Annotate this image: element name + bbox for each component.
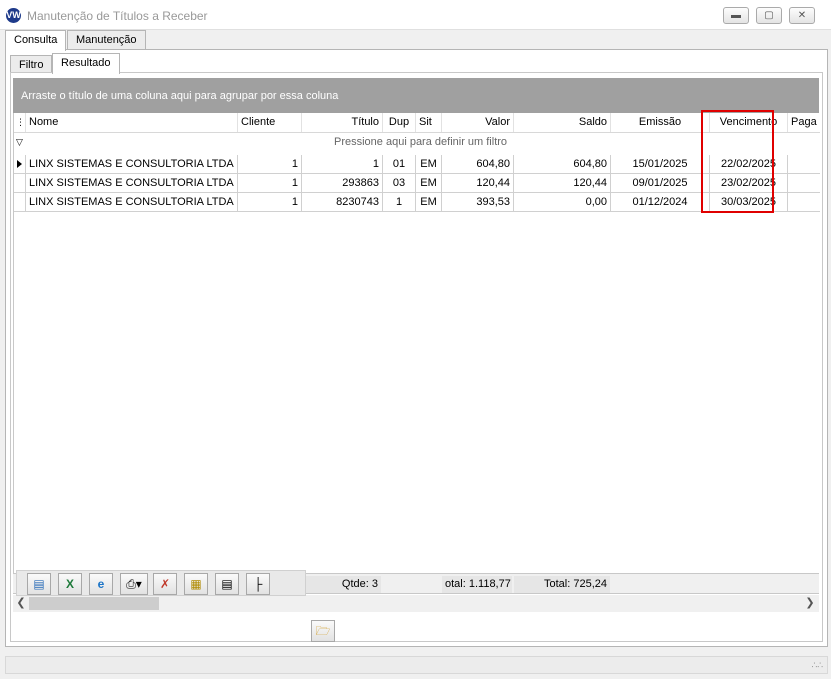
footer-total-valor: otal: 1.118,77 — [442, 576, 512, 593]
column-header-vencimento[interactable]: Vencimento — [710, 113, 788, 132]
filter-hint: Pressione aqui para definir um filtro — [334, 136, 508, 148]
window-title: Manutenção de Títulos a Receber — [27, 9, 208, 23]
cell-emissao: 15/01/2025 — [611, 155, 710, 174]
cell-saldo: 120,44 — [514, 174, 611, 193]
delete-button[interactable]: ✗ — [153, 573, 177, 595]
results-grid: ⋮ Nome Cliente Título Dup Sit Valor Sald… — [13, 113, 820, 573]
export-button[interactable]: ▤ — [27, 573, 51, 595]
column-header-cliente[interactable]: Cliente — [238, 113, 302, 132]
column-header-nome[interactable]: Nome — [26, 113, 238, 132]
column-header-sit[interactable]: Sit — [416, 113, 442, 132]
close-button[interactable]: ✕ — [789, 7, 815, 24]
cell-titulo: 8230743 — [302, 193, 383, 212]
cell-valor: 604,80 — [442, 155, 514, 174]
cell-saldo: 0,00 — [514, 193, 611, 212]
status-bar: ∴∴ — [5, 656, 828, 674]
column-header-paga[interactable]: Paga — [788, 113, 820, 132]
cell-vencimento: 30/03/2025 — [710, 193, 788, 212]
table-row[interactable]: LINX SISTEMAS E CONSULTORIA LTDA 1 1 01 … — [14, 155, 820, 174]
resultado-panel: Arraste o título de uma coluna aqui para… — [10, 72, 823, 642]
cell-nome: LINX SISTEMAS E CONSULTORIA LTDA — [26, 155, 238, 174]
delete-document-icon: ✗ — [159, 577, 171, 591]
expand-tree-button[interactable]: ├ — [246, 573, 270, 595]
cell-emissao: 09/01/2025 — [611, 174, 710, 193]
cell-sit: EM — [416, 193, 442, 212]
cell-cliente: 1 — [238, 155, 302, 174]
column-chooser-icon[interactable]: ⋮ — [14, 113, 26, 132]
collapse-icon: ▤ — [221, 577, 233, 591]
internet-explorer-icon: e — [97, 577, 105, 591]
column-header-valor[interactable]: Valor — [442, 113, 514, 132]
open-folder-icon: 🗁 — [315, 624, 331, 638]
row-indicator — [14, 193, 26, 212]
table-row[interactable]: LINX SISTEMAS E CONSULTORIA LTDA 1 29386… — [14, 174, 820, 193]
cell-sit: EM — [416, 174, 442, 193]
row-indicator — [14, 155, 26, 174]
cell-paga — [788, 155, 820, 174]
excel-button[interactable]: X — [58, 573, 82, 595]
main-tabs: Consulta Manutenção — [5, 30, 828, 51]
collapse-button[interactable]: ▤ — [215, 573, 239, 595]
current-row-arrow-icon — [17, 160, 22, 168]
cell-valor: 393,53 — [442, 193, 514, 212]
horizontal-scrollbar[interactable]: ❮ ❯ — [13, 595, 819, 612]
maximize-icon: ▢ — [764, 10, 774, 21]
footer-total-saldo: Total: 725,24 — [514, 576, 610, 593]
scroll-left-icon[interactable]: ❮ — [14, 596, 28, 611]
cell-titulo: 1 — [302, 155, 383, 174]
action-toolbar: ▤ X e ⎙▾ ✗ ▦ ▤ ├ — [16, 570, 306, 596]
close-icon: ✕ — [797, 10, 807, 21]
scrollbar-thumb[interactable] — [29, 597, 159, 610]
cell-dup: 03 — [383, 174, 416, 193]
document-button[interactable]: ▦ — [184, 573, 208, 595]
tab-resultado[interactable]: Resultado — [52, 53, 120, 74]
result-tabs: Filtro Resultado — [10, 53, 810, 74]
tab-consulta[interactable]: Consulta — [5, 30, 67, 51]
cell-valor: 120,44 — [442, 174, 514, 193]
cell-nome: LINX SISTEMAS E CONSULTORIA LTDA — [26, 193, 238, 212]
minimize-icon: ▬ — [731, 10, 741, 21]
cell-dup: 01 — [383, 155, 416, 174]
footer-qtde: Qtde: 3 — [302, 576, 381, 593]
column-header-titulo[interactable]: Título — [302, 113, 383, 132]
expand-tree-icon: ├ — [253, 577, 263, 591]
cell-titulo: 293863 — [302, 174, 383, 193]
cell-saldo: 604,80 — [514, 155, 611, 174]
column-header-dup[interactable]: Dup — [383, 113, 416, 132]
cell-cliente: 1 — [238, 193, 302, 212]
scroll-right-icon[interactable]: ❯ — [803, 596, 817, 611]
cell-vencimento: 23/02/2025 — [710, 174, 788, 193]
column-header-saldo[interactable]: Saldo — [514, 113, 611, 132]
tab-manutencao[interactable]: Manutenção — [67, 30, 146, 50]
cell-paga — [788, 174, 820, 193]
open-folder-button[interactable]: 🗁 — [311, 620, 335, 642]
excel-icon: X — [65, 577, 74, 591]
title-bar: VW Manutenção de Títulos a Receber ▬ ▢ ✕ — [0, 0, 831, 30]
row-indicator — [14, 174, 26, 193]
vw-logo-icon: VW — [6, 8, 21, 23]
grid-header: ⋮ Nome Cliente Título Dup Sit Valor Sald… — [14, 113, 820, 133]
filter-icon: ▽ — [16, 137, 23, 147]
cell-paga — [788, 193, 820, 212]
maximize-button[interactable]: ▢ — [756, 7, 782, 24]
group-by-bar[interactable]: Arraste o título de uma coluna aqui para… — [13, 78, 819, 113]
column-header-emissao[interactable]: Emissão — [611, 113, 710, 132]
consulta-panel: Filtro Resultado Arraste o título de uma… — [5, 49, 828, 647]
filter-row[interactable]: ▽ Pressione aqui para definir um filtro — [14, 133, 820, 152]
resize-grip-icon[interactable]: ∴∴ — [812, 660, 823, 671]
cell-sit: EM — [416, 155, 442, 174]
cell-emissao: 01/12/2024 — [611, 193, 710, 212]
cell-dup: 1 — [383, 193, 416, 212]
print-button[interactable]: ⎙▾ — [120, 573, 148, 595]
export-icon: ▤ — [33, 577, 45, 591]
minimize-button[interactable]: ▬ — [723, 7, 749, 24]
cell-cliente: 1 — [238, 174, 302, 193]
cell-vencimento: 22/02/2025 — [710, 155, 788, 174]
document-icon: ▦ — [190, 577, 202, 591]
print-icon: ⎙▾ — [126, 577, 142, 591]
browser-button[interactable]: e — [89, 573, 113, 595]
cell-nome: LINX SISTEMAS E CONSULTORIA LTDA — [26, 174, 238, 193]
table-row[interactable]: LINX SISTEMAS E CONSULTORIA LTDA 1 82307… — [14, 193, 820, 212]
